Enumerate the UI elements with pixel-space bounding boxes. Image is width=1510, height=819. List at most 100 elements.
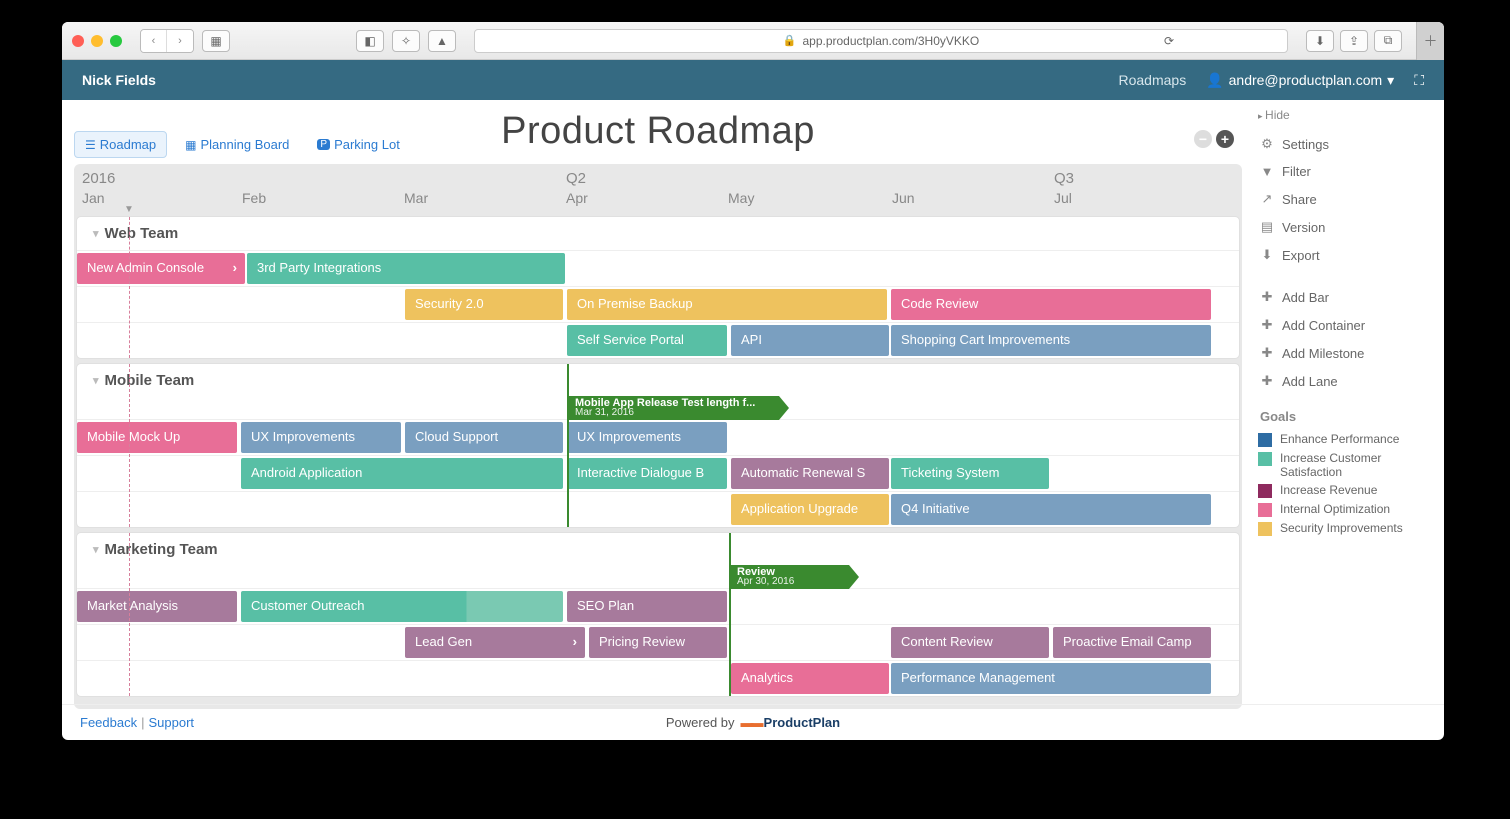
roadmap-bar[interactable]: Cloud Support bbox=[405, 422, 563, 453]
maximize-icon[interactable] bbox=[110, 35, 122, 47]
lane-row: ReviewApr 30, 2016Market AnalysisCustome… bbox=[77, 588, 1239, 624]
lane-row: Application UpgradeQ4 Initiative bbox=[77, 491, 1239, 527]
extension-button-2[interactable]: ✧ bbox=[392, 30, 420, 52]
roadmap-bar[interactable]: On Premise Backup bbox=[567, 289, 887, 320]
chevron-down-icon: ▾ bbox=[93, 374, 99, 387]
roadmap-bar[interactable]: Code Review bbox=[891, 289, 1211, 320]
fullscreen-button[interactable]: ⛶ bbox=[1414, 72, 1424, 89]
add-bar-button[interactable]: ✚Add Bar bbox=[1258, 283, 1430, 311]
nav-roadmaps[interactable]: Roadmaps bbox=[1118, 72, 1186, 88]
zoom-out-button[interactable]: − bbox=[1194, 130, 1212, 148]
settings-button[interactable]: ⚙Settings bbox=[1258, 130, 1430, 158]
tab-roadmap[interactable]: ☰Roadmap bbox=[74, 131, 167, 158]
extension-button-1[interactable]: ◧ bbox=[356, 30, 384, 52]
tab-planning-board[interactable]: ▦Planning Board bbox=[175, 131, 299, 158]
filter-button[interactable]: ▼Filter bbox=[1258, 158, 1430, 185]
lane-header[interactable]: ▾ Marketing Team bbox=[77, 533, 1239, 566]
chevron-down-icon: ▾ bbox=[93, 543, 99, 556]
tabs-button[interactable]: ⧉ bbox=[1374, 30, 1402, 52]
zoom-in-button[interactable]: + bbox=[1216, 130, 1234, 148]
month-label: Jun bbox=[892, 190, 915, 206]
downloads-button[interactable]: ⬇ bbox=[1306, 30, 1334, 52]
roadmap-bar[interactable]: New Admin Console bbox=[77, 253, 245, 284]
roadmap-bar[interactable]: Pricing Review bbox=[589, 627, 727, 658]
roadmap-bar[interactable]: Security 2.0 bbox=[405, 289, 563, 320]
lane-header[interactable]: ▾ Web Team bbox=[77, 217, 1239, 250]
lane-title: Web Team bbox=[105, 225, 179, 242]
download-icon: ⬇ bbox=[1260, 247, 1274, 263]
roadmap-bar[interactable]: Automatic Renewal S bbox=[731, 458, 889, 489]
roadmap-bar[interactable]: Interactive Dialogue B bbox=[567, 458, 727, 489]
lane-row: Security 2.0On Premise BackupCode Review bbox=[77, 286, 1239, 322]
roadmap-bar[interactable]: UX Improvements bbox=[241, 422, 401, 453]
goal-item[interactable]: Internal Optimization bbox=[1258, 500, 1430, 519]
support-link[interactable]: Support bbox=[148, 715, 194, 730]
add-lane-button[interactable]: ✚Add Lane bbox=[1258, 367, 1430, 395]
add-container-button[interactable]: ✚Add Container bbox=[1258, 311, 1430, 339]
month-label: Jan bbox=[82, 190, 105, 206]
roadmap-bar[interactable]: UX Improvements bbox=[567, 422, 727, 453]
roadmap-bar[interactable]: Proactive Email Camp bbox=[1053, 627, 1211, 658]
roadmap-bar[interactable]: API bbox=[731, 325, 889, 356]
plus-icon: ✚ bbox=[1260, 317, 1274, 333]
roadmap-bar[interactable]: Ticketing System bbox=[891, 458, 1049, 489]
roadmap-bar[interactable]: Application Upgrade bbox=[731, 494, 889, 525]
goal-item[interactable]: Enhance Performance bbox=[1258, 430, 1430, 449]
roadmap-bar[interactable]: Q4 Initiative bbox=[891, 494, 1211, 525]
lane-title: Mobile Team bbox=[105, 372, 195, 389]
lane-header[interactable]: ▾ Mobile Team bbox=[77, 364, 1239, 397]
timeline-header: 2016 Q2Q3JanFebMarAprMayJunJul▼ bbox=[76, 166, 1240, 212]
feedback-link[interactable]: Feedback bbox=[80, 715, 137, 730]
back-button[interactable]: ‹ bbox=[141, 30, 167, 52]
roadmap-bar[interactable]: Self Service Portal bbox=[567, 325, 727, 356]
version-button[interactable]: ▤Version bbox=[1258, 213, 1430, 241]
roadmap-bar[interactable]: Market Analysis bbox=[77, 591, 237, 622]
roadmap-bar[interactable]: Lead Gen bbox=[405, 627, 585, 658]
share-button[interactable]: ⇪ bbox=[1340, 30, 1368, 52]
owner-name: Nick Fields bbox=[82, 72, 156, 88]
share-action-button[interactable]: ↗Share bbox=[1258, 185, 1430, 213]
tab-parking-lot[interactable]: PParking Lot bbox=[307, 131, 409, 158]
month-label: Jul bbox=[1054, 190, 1072, 206]
new-tab-button[interactable]: ＋ bbox=[1416, 22, 1444, 60]
roadmap-bar[interactable]: 3rd Party Integrations bbox=[247, 253, 565, 284]
add-milestone-button[interactable]: ✚Add Milestone bbox=[1258, 339, 1430, 367]
footer: Feedback | Support Powered by ▬▬ProductP… bbox=[62, 704, 1444, 740]
filter-icon: ▼ bbox=[1260, 164, 1274, 179]
goal-item[interactable]: Increase Revenue bbox=[1258, 481, 1430, 500]
timeline: 2016 Q2Q3JanFebMarAprMayJunJul▼ ▾Web Tea… bbox=[74, 164, 1242, 709]
goal-label: Internal Optimization bbox=[1280, 502, 1390, 516]
milestone[interactable]: Mobile App Release Test length f...Mar 3… bbox=[567, 396, 779, 420]
roadmap-bar[interactable]: SEO Plan bbox=[567, 591, 727, 622]
sidebar-toggle-button[interactable]: ▦ bbox=[202, 30, 230, 52]
minimize-icon[interactable] bbox=[91, 35, 103, 47]
goal-swatch bbox=[1258, 522, 1272, 536]
user-icon: 👤 bbox=[1206, 72, 1223, 89]
extension-button-3[interactable]: ▲ bbox=[428, 30, 456, 52]
roadmap-bar[interactable]: Performance Management bbox=[891, 663, 1211, 694]
roadmap-bar[interactable]: Customer Outreach bbox=[241, 591, 563, 622]
roadmap-bar[interactable]: Content Review bbox=[891, 627, 1049, 658]
roadmap-bar[interactable]: Mobile Mock Up bbox=[77, 422, 237, 453]
close-icon[interactable] bbox=[72, 35, 84, 47]
hide-panel-button[interactable]: Hide bbox=[1258, 106, 1430, 130]
goal-item[interactable]: Security Improvements bbox=[1258, 519, 1430, 538]
chevron-down-icon: ▾ bbox=[93, 227, 99, 240]
address-bar[interactable]: 🔒 app.productplan.com/3H0yVKKO ⟳ bbox=[474, 29, 1288, 53]
year-label: 2016 bbox=[82, 170, 115, 187]
roadmap-icon: ☰ bbox=[85, 138, 96, 152]
month-label: May bbox=[728, 190, 754, 206]
forward-button[interactable]: › bbox=[167, 30, 193, 52]
reload-icon[interactable]: ⟳ bbox=[1164, 34, 1174, 48]
milestone[interactable]: ReviewApr 30, 2016 bbox=[729, 565, 849, 589]
roadmap-bar[interactable]: Analytics bbox=[731, 663, 889, 694]
goal-item[interactable]: Increase Customer Satisfaction bbox=[1258, 449, 1430, 481]
goal-swatch bbox=[1258, 433, 1272, 447]
export-button[interactable]: ⬇Export bbox=[1258, 241, 1430, 269]
url-text: app.productplan.com/3H0yVKKO bbox=[802, 34, 979, 48]
chevron-down-icon: ▾ bbox=[1387, 72, 1394, 89]
roadmap-bar[interactable]: Shopping Cart Improvements bbox=[891, 325, 1211, 356]
lane-title: Marketing Team bbox=[105, 541, 218, 558]
user-menu[interactable]: 👤 andre@productplan.com ▾ bbox=[1206, 72, 1394, 89]
roadmap-bar[interactable]: Android Application bbox=[241, 458, 563, 489]
